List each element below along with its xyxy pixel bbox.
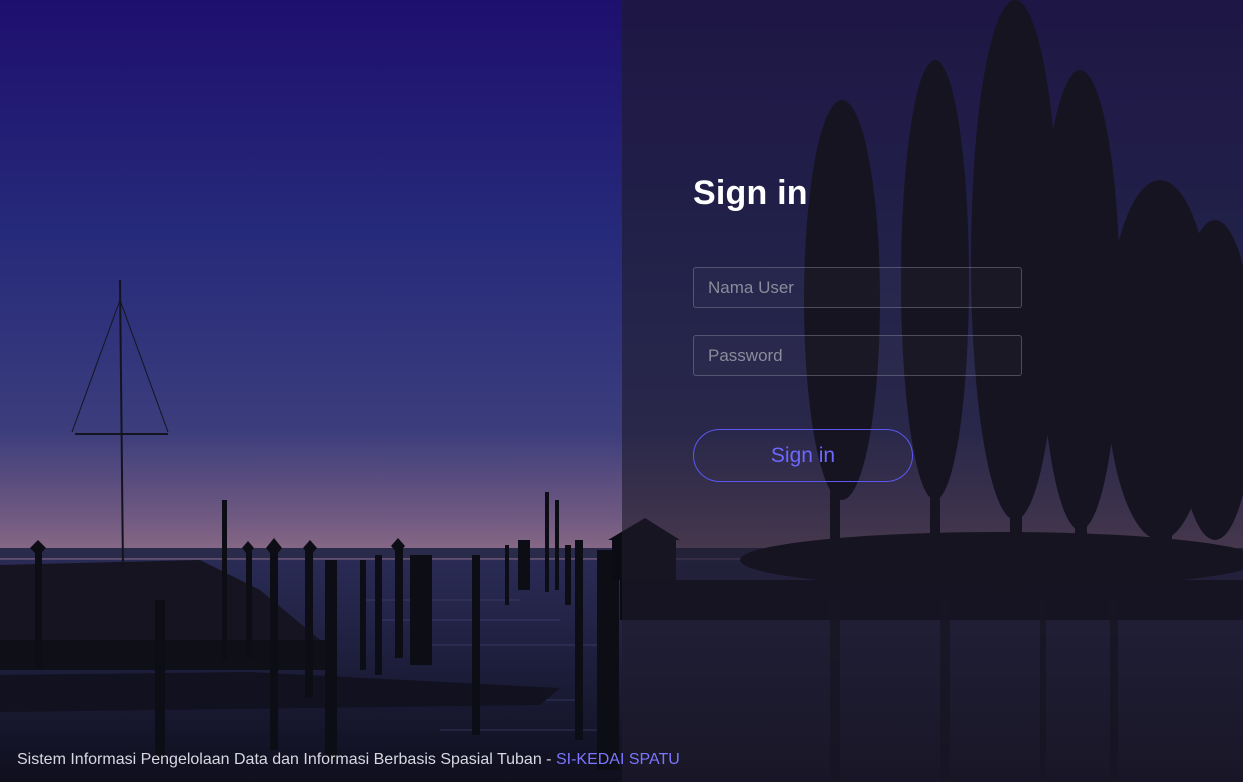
footer-text: Sistem Informasi Pengelolaan Data dan In… [17, 751, 556, 768]
footer: Sistem Informasi Pengelolaan Data dan In… [17, 751, 680, 769]
footer-app-link[interactable]: SI-KEDAI SPATU [556, 751, 680, 768]
page-title: Sign in [693, 174, 808, 212]
login-page: Sign in Sign in Sistem Informasi Pengelo… [0, 0, 1243, 782]
sign-in-button[interactable]: Sign in [693, 429, 913, 482]
password-input[interactable] [693, 335, 1022, 376]
login-panel [622, 0, 1243, 782]
username-input[interactable] [693, 267, 1022, 308]
